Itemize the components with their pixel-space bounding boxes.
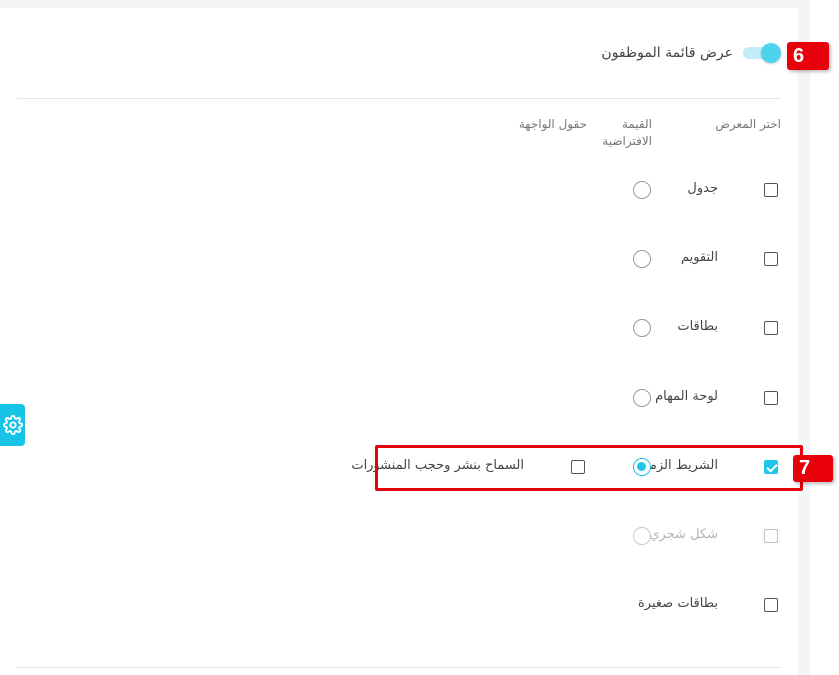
view-option-label: التقويم (680, 250, 718, 265)
settings-panel (0, 8, 798, 675)
view-option-checkbox[interactable] (764, 252, 778, 266)
column-header-fields: حقول الواجهة (518, 117, 587, 131)
column-header-view: اختر المعرض (715, 117, 781, 131)
view-option-label: لوحة المهام (655, 389, 718, 404)
view-option-row: جدول (0, 178, 798, 202)
annotation-badge-7: 7 (793, 455, 833, 482)
view-option-row: بطاقات (0, 316, 798, 340)
view-option-checkbox[interactable] (764, 321, 778, 335)
default-view-radio[interactable] (633, 527, 651, 545)
employee-list-toggle-row: عرض قائمة الموظفون (601, 40, 781, 66)
default-view-radio[interactable] (633, 181, 651, 199)
view-option-label: جدول (687, 181, 718, 196)
default-view-radio[interactable] (633, 319, 651, 337)
toggle-knob (761, 43, 781, 63)
employee-list-toggle[interactable] (743, 43, 781, 63)
divider-bottom (17, 667, 781, 668)
view-option-row: التقويم (0, 247, 798, 271)
employee-list-toggle-label: عرض قائمة الموظفون (601, 45, 733, 61)
view-option-checkbox[interactable] (764, 183, 778, 197)
annotation-highlight-box (375, 445, 803, 491)
divider-top (17, 98, 781, 99)
annotation-badge-6: 6 (787, 42, 829, 70)
view-option-label: بطاقات (677, 319, 718, 334)
view-option-checkbox[interactable] (764, 598, 778, 612)
view-option-row: شكل شجري (0, 524, 798, 548)
default-view-radio[interactable] (633, 250, 651, 268)
view-option-checkbox[interactable] (764, 529, 778, 543)
default-view-radio[interactable] (633, 389, 651, 407)
column-header-default-line1: القيمة (621, 117, 652, 131)
right-strip (810, 0, 839, 675)
view-option-row: بطاقات صغيرة (0, 593, 798, 617)
view-option-checkbox[interactable] (764, 391, 778, 405)
view-option-row: لوحة المهام (0, 386, 798, 410)
column-header-default: القيمة الافتراضية (602, 116, 652, 150)
settings-tab[interactable] (0, 404, 25, 446)
gear-icon (2, 415, 23, 435)
view-option-label: شكل شجري (649, 527, 718, 542)
view-option-label: بطاقات صغيرة (637, 596, 718, 611)
column-header-default-line2: الافتراضية (602, 134, 652, 148)
